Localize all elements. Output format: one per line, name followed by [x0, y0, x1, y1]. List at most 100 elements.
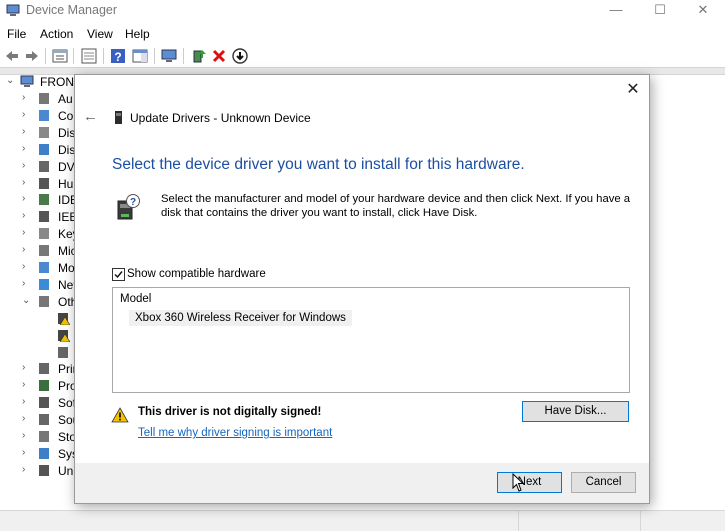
- computer-icon: [39, 109, 49, 121]
- tree-category[interactable]: › Key: [0, 226, 80, 242]
- disable-device-icon[interactable]: [232, 48, 248, 64]
- menu-bar: File Action View Help: [0, 24, 725, 44]
- chevron-right-icon[interactable]: ›: [22, 228, 32, 238]
- help-icon[interactable]: ?: [110, 48, 126, 64]
- model-list-item[interactable]: Xbox 360 Wireless Receiver for Windows: [129, 310, 352, 326]
- hid-icon: [39, 177, 49, 189]
- update-drivers-dialog: ✕ ← Update Drivers - Unknown Device Sele…: [74, 74, 650, 504]
- tree-category[interactable]: › IDE: [0, 192, 80, 208]
- tree-category[interactable]: › IEEE: [0, 209, 85, 225]
- chevron-right-icon[interactable]: ›: [22, 160, 32, 171]
- chevron-right-icon[interactable]: ›: [22, 177, 32, 188]
- instructions-text: Select the manufacturer and model of you…: [161, 193, 631, 219]
- driver-signing-link[interactable]: Tell me why driver signing is important: [138, 427, 332, 439]
- tree-category[interactable]: › DVD: [0, 159, 83, 175]
- unknown-device-warning-icon: [58, 329, 70, 342]
- network-icon: [39, 278, 49, 290]
- chevron-down-icon[interactable]: ⌄: [22, 295, 32, 306]
- tree-category[interactable]: › Sof: [0, 395, 80, 411]
- menu-file[interactable]: File: [7, 27, 26, 41]
- next-button[interactable]: Next: [497, 472, 562, 493]
- chevron-right-icon[interactable]: ›: [22, 211, 32, 221]
- list-view-icon[interactable]: [81, 48, 97, 64]
- hardware-driver-icon: ?: [117, 194, 140, 220]
- ide-icon: [39, 194, 49, 206]
- toolbar-divider: [73, 48, 74, 64]
- toolbar-divider: [103, 48, 104, 64]
- cancel-button[interactable]: Cancel: [571, 472, 636, 493]
- tree-category[interactable]: › Sto: [0, 429, 80, 445]
- scan-hardware-icon[interactable]: [161, 48, 177, 64]
- chevron-right-icon[interactable]: ›: [22, 194, 32, 204]
- tree-category[interactable]: › Uni: [0, 463, 80, 479]
- chevron-right-icon[interactable]: ›: [22, 109, 32, 120]
- chevron-right-icon[interactable]: ›: [22, 262, 32, 272]
- device-tree: ⌄ FRONT › Au › Cor › Disk › Disp › DVD › Hun › IDE › IE…: [0, 74, 85, 504]
- chevron-right-icon[interactable]: ›: [22, 93, 32, 103]
- chevron-right-icon[interactable]: ›: [22, 278, 32, 289]
- tree-category[interactable]: › Disp: [0, 142, 82, 158]
- back-arrow-icon[interactable]: ←: [83, 109, 99, 124]
- tree-category[interactable]: › Sou: [0, 412, 80, 428]
- have-disk-button[interactable]: Have Disk...: [522, 401, 629, 422]
- chevron-right-icon[interactable]: ›: [22, 397, 32, 407]
- unknown-device-icon: [58, 346, 68, 358]
- toolbar-divider: [45, 48, 46, 64]
- action-pane-icon[interactable]: [132, 48, 148, 64]
- model-list[interactable]: Model Xbox 360 Wireless Receiver for Win…: [112, 287, 630, 393]
- system-icon: [39, 447, 49, 459]
- tree-category[interactable]: › Prin: [0, 361, 80, 377]
- tree-root[interactable]: ⌄ FRONT: [0, 74, 81, 90]
- tree-category[interactable]: › Cor: [0, 108, 80, 124]
- tree-category[interactable]: › Au: [0, 91, 80, 107]
- uninstall-icon[interactable]: [211, 48, 227, 64]
- chevron-right-icon[interactable]: ›: [22, 464, 32, 475]
- dialog-body: ✕ ← Update Drivers - Unknown Device Sele…: [75, 75, 649, 463]
- chevron-right-icon[interactable]: ›: [22, 363, 32, 373]
- tree-category[interactable]: › Mic: [0, 243, 80, 259]
- chevron-right-icon[interactable]: ›: [22, 143, 32, 154]
- chevron-right-icon[interactable]: ›: [22, 245, 32, 255]
- maximize-button[interactable]: ☐: [638, 0, 682, 22]
- minimize-button[interactable]: —: [594, 0, 638, 22]
- unknown-device-warning-icon: [58, 312, 70, 325]
- display-icon: [39, 143, 49, 155]
- checkbox-box[interactable]: [112, 268, 125, 281]
- toolbar: ?: [0, 45, 725, 67]
- tree-child-device[interactable]: [0, 328, 80, 344]
- tree-category[interactable]: › Pro: [0, 378, 80, 394]
- back-icon[interactable]: [4, 48, 20, 64]
- tree-category[interactable]: › Net: [0, 277, 80, 293]
- device-icon: [115, 111, 122, 124]
- chevron-right-icon[interactable]: ›: [22, 126, 32, 137]
- tree-category[interactable]: ⌄ Oth: [0, 294, 80, 310]
- tree-item-label: Au: [58, 92, 73, 106]
- chevron-right-icon[interactable]: ›: [22, 431, 32, 441]
- dialog-heading: Select the device driver you want to ins…: [112, 156, 525, 173]
- window-title: Device Manager: [26, 3, 118, 17]
- menu-help[interactable]: Help: [125, 27, 150, 41]
- toolbar-divider: [154, 48, 155, 64]
- checkmark-icon: [114, 271, 123, 279]
- tree-child-device[interactable]: [0, 311, 80, 327]
- menu-action[interactable]: Action: [40, 27, 73, 41]
- tree-category[interactable]: › Disk: [0, 125, 81, 141]
- monitor-icon: [39, 262, 49, 273]
- chevron-right-icon[interactable]: ›: [22, 447, 32, 458]
- chevron-down-icon[interactable]: ⌄: [6, 75, 14, 86]
- properties-icon[interactable]: [52, 48, 68, 64]
- chevron-right-icon[interactable]: ›: [22, 380, 32, 390]
- close-window-button[interactable]: ✕: [681, 0, 725, 22]
- audio-icon: [39, 93, 49, 104]
- forward-icon[interactable]: [24, 48, 40, 64]
- storage-icon: [39, 431, 49, 442]
- menu-view[interactable]: View: [87, 27, 113, 41]
- disk-icon: [39, 126, 49, 138]
- tree-category[interactable]: › Mo: [0, 260, 80, 276]
- tree-category[interactable]: › Hun: [0, 176, 80, 192]
- tree-child-device[interactable]: [0, 345, 80, 361]
- chevron-right-icon[interactable]: ›: [22, 414, 32, 424]
- update-driver-icon[interactable]: [191, 48, 207, 64]
- tree-category[interactable]: › Syst: [0, 446, 81, 462]
- close-dialog-button[interactable]: ✕: [623, 81, 643, 99]
